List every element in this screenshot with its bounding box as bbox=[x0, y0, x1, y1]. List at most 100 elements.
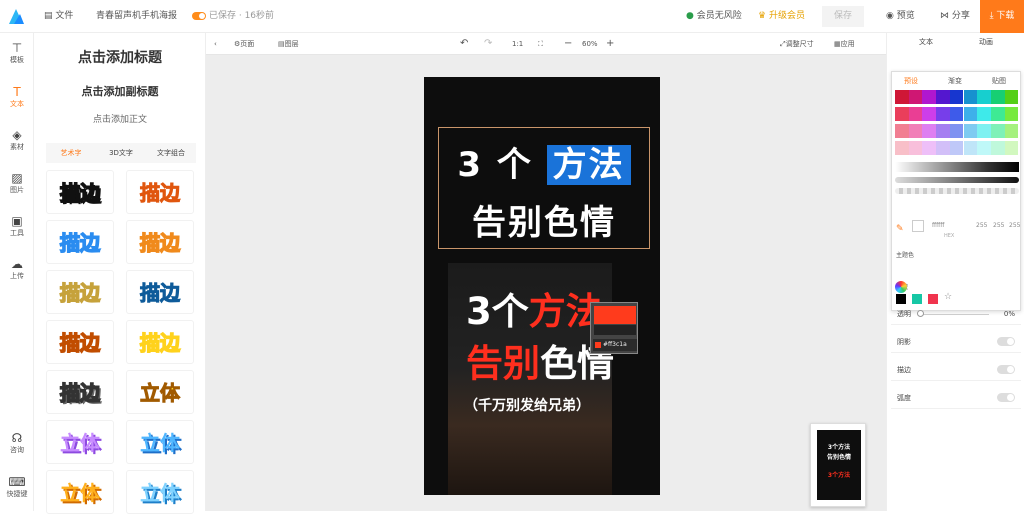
autosave-toggle[interactable] bbox=[192, 11, 206, 20]
app-logo-icon[interactable] bbox=[6, 6, 26, 26]
color-swatch[interactable] bbox=[908, 141, 923, 155]
opacity-slider[interactable] bbox=[919, 314, 989, 315]
color-swatch[interactable] bbox=[908, 107, 923, 121]
apply-button[interactable]: ▦ 应用 bbox=[834, 33, 855, 55]
page-button[interactable]: ⚙ 页面 bbox=[234, 33, 254, 55]
color-swatch[interactable] bbox=[949, 141, 964, 155]
color-swatch[interactable] bbox=[908, 90, 923, 104]
color-swatch[interactable] bbox=[949, 124, 964, 138]
style-card[interactable]: 描边 bbox=[46, 270, 114, 314]
tab-animation[interactable]: 动画 bbox=[979, 37, 993, 47]
color-swatch[interactable] bbox=[990, 141, 1005, 155]
share-button[interactable]: ⋈ 分享 bbox=[940, 0, 970, 33]
color-swatch[interactable] bbox=[922, 141, 937, 155]
color-swatch[interactable] bbox=[895, 107, 909, 121]
redo-icon[interactable]: ↷ bbox=[484, 33, 492, 55]
picker-tab-gradient[interactable]: 渐变 bbox=[948, 76, 962, 86]
color-swatch[interactable] bbox=[895, 124, 909, 138]
rail-tools[interactable]: ▣ 工具 bbox=[0, 214, 34, 238]
rail-upload[interactable]: ☁ 上传 bbox=[0, 257, 34, 281]
rail-consult[interactable]: ☊ 咨询 bbox=[0, 431, 34, 455]
add-body-button[interactable]: 点击添加正文 bbox=[34, 112, 206, 125]
color-swatch[interactable] bbox=[908, 124, 923, 138]
color-swatch[interactable] bbox=[1004, 124, 1019, 138]
doc-title[interactable]: 青春留声机手机海报 bbox=[96, 0, 177, 33]
color-swatch[interactable] bbox=[922, 90, 937, 104]
color-swatch[interactable] bbox=[990, 124, 1005, 138]
color-swatch[interactable] bbox=[936, 124, 950, 138]
rail-text[interactable]: T 文本 bbox=[0, 85, 34, 109]
rail-image[interactable]: ▨ 图片 bbox=[0, 171, 34, 195]
style-card[interactable]: 描边 bbox=[126, 270, 194, 314]
style-card[interactable]: 立体 bbox=[46, 420, 114, 464]
preview-button[interactable]: ◉ 预览 bbox=[886, 0, 915, 33]
style-card[interactable]: 立体 bbox=[46, 470, 114, 514]
color-swatch[interactable] bbox=[949, 107, 964, 121]
color-swatch[interactable] bbox=[963, 90, 978, 104]
poster-canvas[interactable]: 3 个 方法 告别色情 3个方法 告别色情 （千万别发给兄弟） #ff3c1a bbox=[424, 77, 660, 495]
rail-shortcuts[interactable]: ⌨ 快捷键 bbox=[0, 475, 34, 499]
add-subtitle-button[interactable]: 点击添加副标题 bbox=[34, 83, 206, 99]
color-swatch-grid[interactable] bbox=[895, 90, 1019, 160]
style-card[interactable]: 描边 bbox=[126, 220, 194, 264]
gray-swatch-row[interactable] bbox=[895, 162, 1019, 172]
layer-button[interactable]: ▤ 图层 bbox=[278, 33, 299, 55]
style-card[interactable]: 描边 bbox=[46, 370, 114, 414]
color-swatch[interactable] bbox=[922, 107, 937, 121]
zoom-in-icon[interactable]: + bbox=[606, 33, 614, 55]
style-card[interactable]: 描边 bbox=[46, 170, 114, 214]
undo-icon[interactable]: ↶ bbox=[460, 33, 468, 55]
color-swatch[interactable] bbox=[1004, 90, 1019, 104]
color-swatch[interactable] bbox=[963, 124, 978, 138]
style-card[interactable]: 立体 bbox=[126, 370, 194, 414]
save-button[interactable]: 保存 bbox=[822, 6, 864, 27]
color-swatch[interactable] bbox=[895, 90, 909, 104]
picker-tab-texture[interactable]: 贴图 bbox=[992, 76, 1006, 86]
color-swatch[interactable] bbox=[1004, 107, 1019, 121]
r-value[interactable]: 255 bbox=[976, 222, 987, 229]
upgrade-button[interactable]: ♛ 升级会员 bbox=[758, 0, 805, 33]
g-value[interactable]: 255 bbox=[993, 222, 1004, 229]
color-wheel-icon[interactable] bbox=[895, 281, 907, 293]
rail-material[interactable]: ◈ 素材 bbox=[0, 128, 34, 152]
page-thumbnail[interactable]: 3个方法 告别色情 3个方法 bbox=[810, 423, 866, 507]
color-swatch[interactable] bbox=[1004, 141, 1019, 155]
style-card[interactable]: 立体 bbox=[126, 420, 194, 464]
no-risk-badge[interactable]: ● 会员无风险 bbox=[686, 0, 742, 33]
opacity-slider-handle[interactable] bbox=[917, 310, 924, 317]
poster-title-line1[interactable]: 3 个 方法 bbox=[438, 137, 650, 186]
b-value[interactable]: 255 bbox=[1009, 222, 1020, 229]
style-card[interactable]: 描边 bbox=[126, 320, 194, 364]
tab-text[interactable]: 文本 bbox=[919, 37, 933, 47]
color-swatch[interactable] bbox=[895, 141, 909, 155]
color-swatch[interactable] bbox=[936, 90, 950, 104]
tab-text-combo[interactable]: 文字组合 bbox=[146, 143, 196, 163]
color-swatch[interactable] bbox=[949, 90, 964, 104]
add-favorite-icon[interactable]: ☆ bbox=[944, 292, 952, 302]
color-swatch[interactable] bbox=[977, 107, 991, 121]
poster-title-line2[interactable]: 告别色情 bbox=[438, 195, 650, 244]
rail-template[interactable]: ⊤ 模板 bbox=[0, 41, 34, 65]
resize-button[interactable]: ⤢ 调整尺寸 bbox=[780, 33, 814, 55]
curve-toggle[interactable] bbox=[997, 393, 1015, 402]
style-card[interactable]: 描边 bbox=[46, 320, 114, 364]
picker-tab-preset[interactable]: 预设 bbox=[904, 76, 918, 86]
tab-art-text[interactable]: 艺术字 bbox=[46, 143, 96, 163]
color-swatch[interactable] bbox=[990, 90, 1005, 104]
eyedropper-icon[interactable]: ✎ bbox=[896, 224, 904, 234]
color-swatch[interactable] bbox=[936, 141, 950, 155]
color-swatch[interactable] bbox=[936, 107, 950, 121]
ratio-button[interactable]: 1:1 bbox=[512, 33, 523, 55]
shadow-toggle[interactable] bbox=[997, 337, 1015, 346]
style-card[interactable]: 描边 bbox=[46, 220, 114, 264]
add-title-button[interactable]: 点击添加标题 bbox=[34, 47, 206, 67]
color-swatch[interactable] bbox=[963, 107, 978, 121]
alpha-slider[interactable] bbox=[895, 188, 1019, 194]
hex-value[interactable]: ffffff bbox=[932, 222, 944, 229]
color-swatch[interactable] bbox=[922, 124, 937, 138]
file-menu[interactable]: ▤ 文件 bbox=[44, 0, 73, 33]
download-button[interactable]: ⤓ 下载 bbox=[980, 0, 1024, 33]
hue-slider[interactable] bbox=[895, 177, 1019, 183]
color-swatch[interactable] bbox=[990, 107, 1005, 121]
zoom-out-icon[interactable]: − bbox=[564, 33, 572, 55]
